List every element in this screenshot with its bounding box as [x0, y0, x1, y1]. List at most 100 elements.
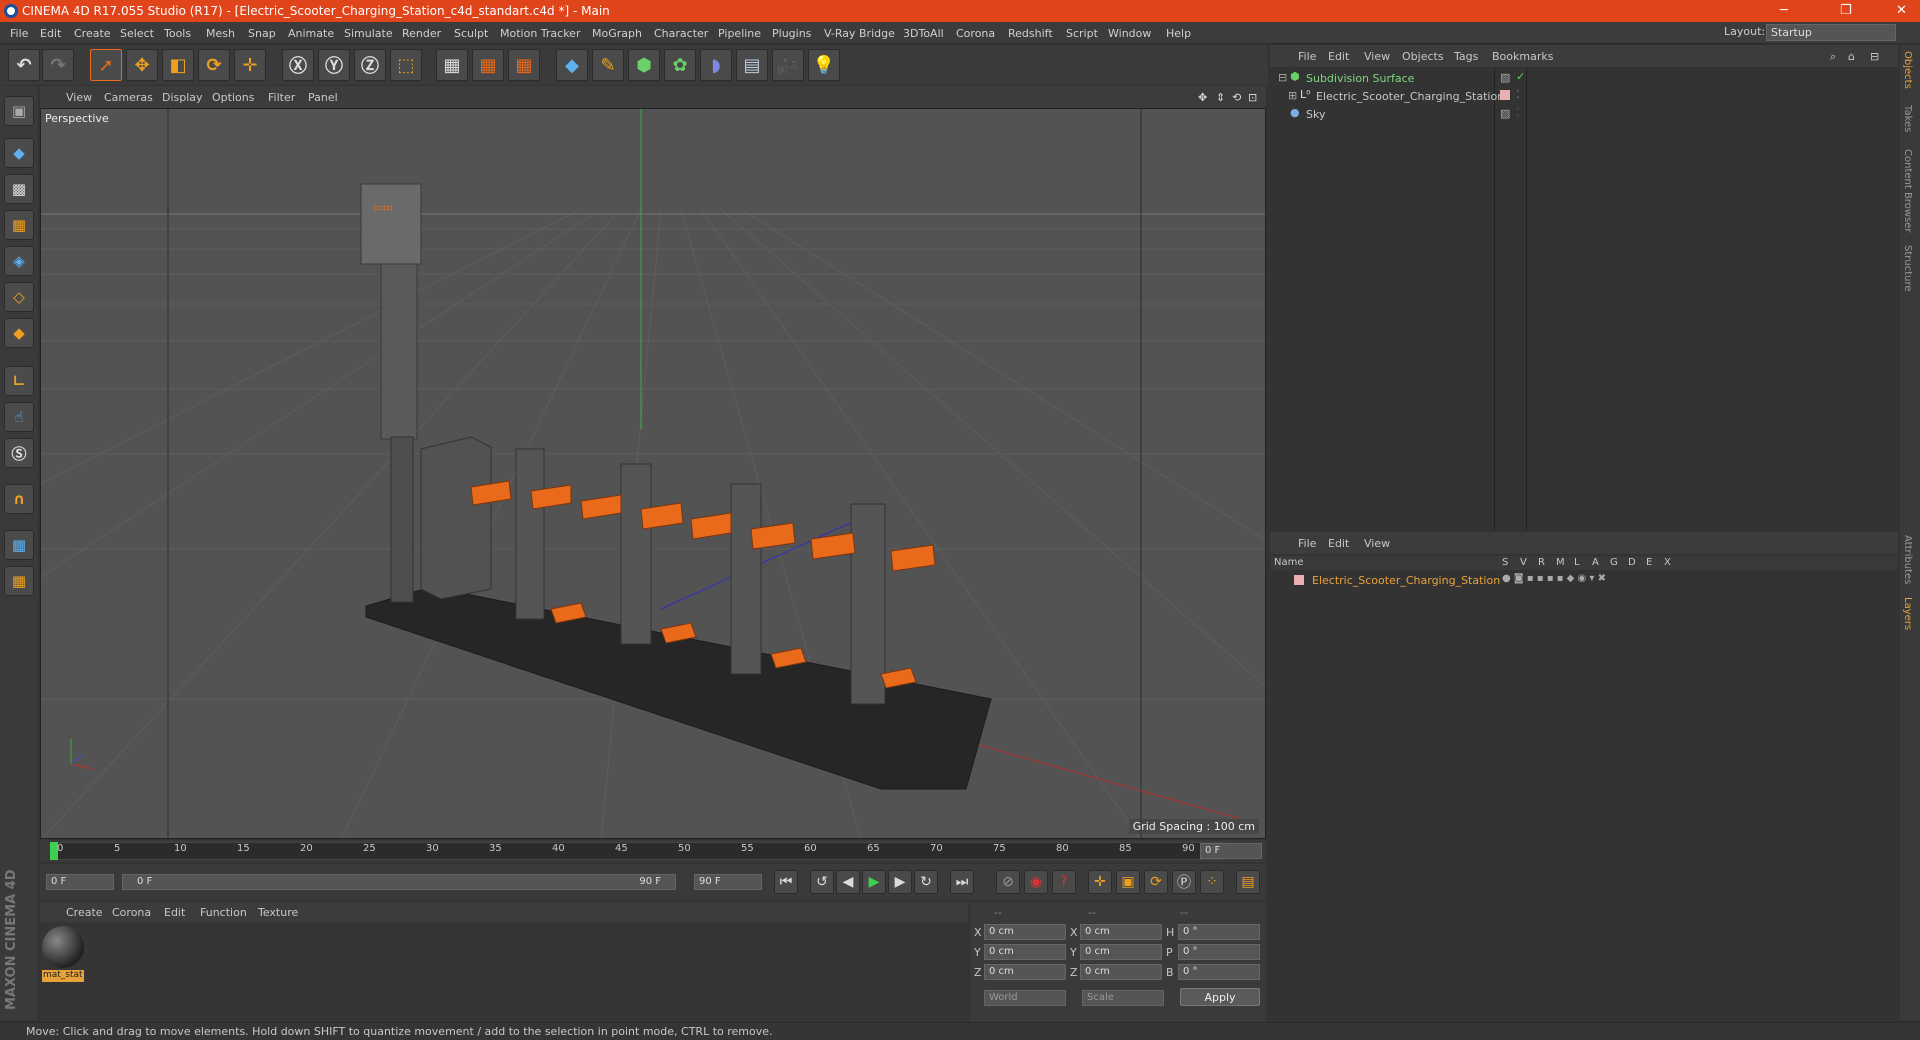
go-to-start-icon[interactable]: ⏮ [774, 870, 798, 894]
coordinate-system-icon[interactable]: ⬚ [390, 49, 422, 81]
minimize-icon[interactable]: ─ [1780, 3, 1788, 18]
y-axis-lock-icon[interactable]: Ⓨ [318, 49, 350, 81]
layers-menu-file[interactable]: File [1298, 537, 1316, 550]
x-axis-lock-icon[interactable]: Ⓧ [282, 49, 314, 81]
object-name[interactable]: Sky [1306, 108, 1325, 121]
objects-home-icon[interactable]: ⌂ [1848, 50, 1855, 63]
collapse-icon[interactable]: ⊟ [1278, 71, 1287, 84]
object-row-scooter-station[interactable]: ⊞ L⁰ Electric_Scooter_Charging_Station ⁚ [1270, 87, 1898, 105]
render-dots-icon[interactable]: ⁚ [1516, 88, 1520, 101]
record-keys-icon[interactable]: ⊘ [996, 870, 1020, 894]
edges-mode-icon[interactable]: ◇ [4, 282, 34, 312]
menu-render[interactable]: Render [402, 27, 441, 40]
material-menu-function[interactable]: Function [200, 906, 247, 919]
viewport-layout-icon[interactable]: ⊡ [1248, 91, 1257, 104]
planar-workplane-icon[interactable]: ▦ [4, 566, 34, 596]
render-settings-icon[interactable]: ▦ [508, 49, 540, 81]
menu-character[interactable]: Character [654, 27, 708, 40]
visibility-toggle-icon[interactable]: ▨ [1500, 107, 1510, 120]
make-editable-icon[interactable]: ▣ [4, 96, 34, 126]
workplane-icon[interactable]: ▦ [4, 210, 34, 240]
key-scale-icon[interactable]: ▣ [1116, 870, 1140, 894]
material-menu-edit[interactable]: Edit [164, 906, 185, 919]
objects-expand-icon[interactable]: ⊟ [1870, 50, 1879, 63]
object-row-subdivision[interactable]: ⊟ ⬢ Subdivision Surface ▨ ✓ [1270, 69, 1898, 87]
tweak-mode-icon[interactable]: ☝ [4, 402, 34, 432]
end-frame-field[interactable]: 90 F [694, 874, 762, 890]
play-icon[interactable]: ▶ [862, 870, 886, 894]
apply-button[interactable]: Apply [1180, 988, 1260, 1006]
start-frame-field[interactable]: 0 F [46, 874, 114, 890]
render-view-icon[interactable]: ▦ [436, 49, 468, 81]
viewport-menu-panel[interactable]: Panel [308, 91, 338, 104]
objects-menu-tags[interactable]: Tags [1454, 50, 1478, 63]
viewport-nav-move-icon[interactable]: ✥ [1198, 91, 1207, 104]
maximize-icon[interactable]: ❐ [1840, 3, 1852, 18]
timeline-ruler[interactable]: 0 5 10 15 20 25 30 35 40 45 50 55 60 65 … [40, 840, 1266, 862]
menu-pipeline[interactable]: Pipeline [718, 27, 761, 40]
layers-menu-edit[interactable]: Edit [1328, 537, 1349, 550]
previous-key-icon[interactable]: ↺ [810, 870, 834, 894]
texture-mode-icon[interactable]: ▩ [4, 174, 34, 204]
lock-workplane-icon[interactable]: ▦ [4, 530, 34, 560]
menu-vray-bridge[interactable]: V-Ray Bridge [824, 27, 895, 40]
viewport-menu-filter[interactable]: Filter [268, 91, 295, 104]
tab-takes[interactable]: Takes [1902, 105, 1913, 132]
rotation-p-field[interactable]: 0 ° [1178, 944, 1260, 960]
position-y-field[interactable]: 0 cm [984, 944, 1066, 960]
key-pla-icon[interactable]: ⁘ [1200, 870, 1224, 894]
expand-icon[interactable]: ⊞ [1288, 89, 1297, 102]
autokey-icon[interactable]: ◉ [1024, 870, 1048, 894]
viewport-nav-rotate-icon[interactable]: ⟲ [1232, 91, 1241, 104]
menu-select[interactable]: Select [120, 27, 154, 40]
layer-flag-icons[interactable]: ● ◙ ▪ ▪ ▪ ▪ ◆ ◉ ▾ ✖ [1502, 573, 1606, 584]
tab-structure[interactable]: Structure [1902, 245, 1913, 292]
material-name-label[interactable]: mat_stat [42, 970, 84, 982]
layer-row[interactable]: Electric_Scooter_Charging_Station ● ◙ ▪ … [1270, 572, 1898, 590]
light-icon[interactable]: 💡 [808, 49, 840, 81]
snap-icon[interactable]: Ⓢ [4, 438, 34, 468]
menu-help[interactable]: Help [1166, 27, 1191, 40]
3d-viewport[interactable]: ⌗⌗⌗ Perspective Grid Spacing: 100 cm [40, 108, 1266, 839]
menu-edit[interactable]: Edit [40, 27, 61, 40]
objects-menu-bookmarks[interactable]: Bookmarks [1492, 50, 1553, 63]
objects-menu-edit[interactable]: Edit [1328, 50, 1349, 63]
menu-simulate[interactable]: Simulate [344, 27, 393, 40]
menu-snap[interactable]: Snap [248, 27, 276, 40]
menu-create[interactable]: Create [74, 27, 111, 40]
material-preview-sphere[interactable] [42, 926, 84, 968]
menu-sculpt[interactable]: Sculpt [454, 27, 488, 40]
mograph-cloner-icon[interactable]: ✿ [664, 49, 696, 81]
viewport-nav-zoom-icon[interactable]: ⇕ [1216, 91, 1225, 104]
rotation-b-field[interactable]: 0 ° [1178, 964, 1260, 980]
menu-corona[interactable]: Corona [956, 27, 995, 40]
points-mode-icon[interactable]: ◈ [4, 246, 34, 276]
magnet-icon[interactable]: ∩ [4, 484, 34, 514]
menu-3dtoall[interactable]: 3DToAll [903, 27, 944, 40]
model-mode-icon[interactable]: ◆ [4, 138, 34, 168]
position-x-field[interactable]: 0 cm [984, 924, 1066, 940]
size-z-field[interactable]: 0 cm [1080, 964, 1162, 980]
current-frame-field[interactable]: 0 F [1200, 843, 1262, 859]
tab-content-browser[interactable]: Content Browser [1902, 149, 1913, 232]
pen-spline-icon[interactable]: ✎ [592, 49, 624, 81]
size-y-field[interactable]: 0 cm [1080, 944, 1162, 960]
menu-mograph[interactable]: MoGraph [592, 27, 642, 40]
viewport-menu-cameras[interactable]: Cameras [104, 91, 153, 104]
menu-tools[interactable]: Tools [164, 27, 191, 40]
tab-layers[interactable]: Layers [1902, 597, 1913, 630]
go-to-end-icon[interactable]: ⏭ [950, 870, 974, 894]
layout-select[interactable]: Startup [1766, 24, 1896, 41]
menu-motion-tracker[interactable]: Motion Tracker [500, 27, 580, 40]
timeline-window-icon[interactable]: ▤ [1236, 870, 1260, 894]
floor-icon[interactable]: ▤ [736, 49, 768, 81]
cube-icon[interactable]: ◆ [556, 49, 588, 81]
undo-icon[interactable]: ↶ [8, 49, 40, 81]
key-position-icon[interactable]: ✛ [1088, 870, 1112, 894]
objects-menu-view[interactable]: View [1364, 50, 1390, 63]
viewport-menu-options[interactable]: Options [212, 91, 254, 104]
rotation-h-field[interactable]: 0 ° [1178, 924, 1260, 940]
menu-window[interactable]: Window [1108, 27, 1151, 40]
menu-redshift[interactable]: Redshift [1008, 27, 1053, 40]
move-alt-icon[interactable]: ✛ [234, 49, 266, 81]
